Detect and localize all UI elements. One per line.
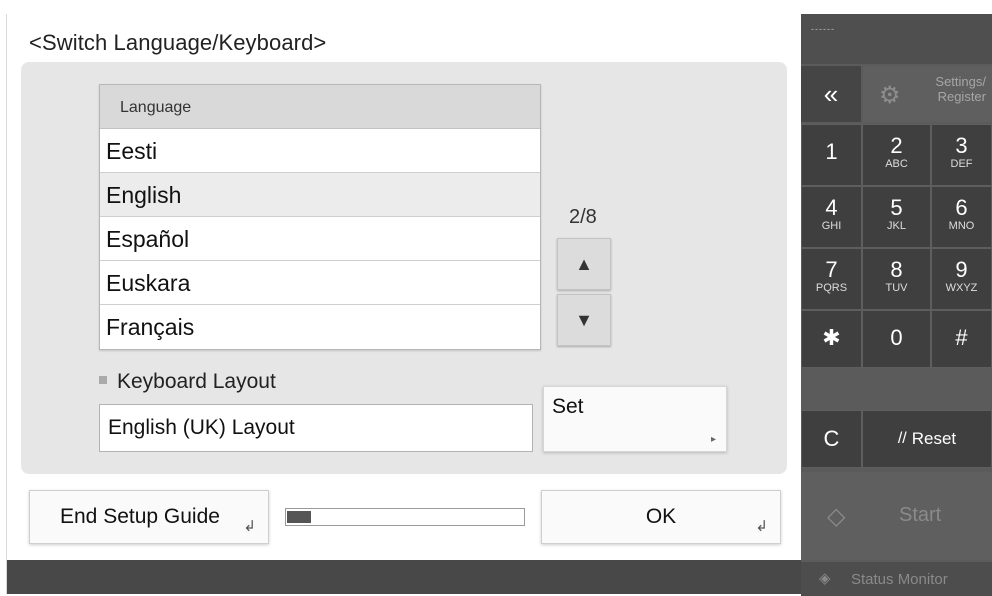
keypad-key[interactable]: ✱ <box>801 310 862 368</box>
keypad-key-digit: # <box>955 325 968 350</box>
reset-key-label: Reset <box>911 429 957 448</box>
end-setup-guide-button[interactable]: End Setup Guide ↲ <box>29 490 269 544</box>
keypad-key[interactable]: 2 ABC <box>862 124 931 186</box>
start-button-label: Start <box>899 504 942 526</box>
keypad-key-letters: WXYZ <box>945 282 978 294</box>
keypad-key-letters: PQRS <box>815 282 848 294</box>
start-button[interactable]: ◇ Start <box>801 472 992 560</box>
scroll-down-button[interactable]: ▼ <box>557 294 611 346</box>
language-item-francais[interactable]: Français <box>100 305 540 349</box>
language-list-header: Language <box>100 85 540 129</box>
keypad-key[interactable]: 6 MNO <box>931 186 992 248</box>
language-item-euskara[interactable]: Euskara <box>100 261 540 305</box>
language-item-english[interactable]: English <box>100 173 540 217</box>
keypad-key-digit: 9 <box>955 257 968 282</box>
keypad-key[interactable]: 7 PQRS <box>801 248 862 310</box>
hardware-keypad: ------ « ⚙ Settings/ Register 1 2 ABC 3 DEF 4… <box>801 14 992 596</box>
status-monitor-icon: ◈ <box>819 570 831 587</box>
clear-key-label: C <box>823 426 840 451</box>
ok-button[interactable]: OK ↲ <box>541 490 781 544</box>
keypad-key-letters: MNO <box>948 220 975 232</box>
keypad-key[interactable]: 8 TUV <box>862 248 931 310</box>
keypad-key-letters: DEF <box>950 158 973 170</box>
keypad-key-letters: ABC <box>885 158 908 170</box>
back-button[interactable]: « <box>801 66 861 122</box>
bullet-icon <box>99 376 107 385</box>
keypad-key[interactable]: 5 JKL <box>862 186 931 248</box>
set-button-label: Set <box>552 395 584 418</box>
keypad-key-digit: 3 <box>955 133 968 158</box>
page-title: <Switch Language/Keyboard> <box>29 30 327 55</box>
main-screen: <Switch Language/Keyboard> Language Eest… <box>6 14 801 594</box>
settings-register-button[interactable]: ⚙ Settings/ Register <box>863 66 992 122</box>
return-arrow-icon: ↲ <box>243 518 256 535</box>
settings-register-label: Settings/ Register <box>935 74 986 104</box>
keyboard-layout-label: Keyboard Layout <box>99 370 276 394</box>
return-arrow-icon: ↲ <box>755 518 768 535</box>
keypad-key[interactable]: 9 WXYZ <box>931 248 992 310</box>
language-list: Language Eesti English Español Euskara F… <box>99 84 541 350</box>
setup-progress-fill <box>287 511 311 523</box>
gear-icon: ⚙ <box>879 82 901 109</box>
setup-progress-bar <box>285 508 525 526</box>
keypad-key[interactable]: 1 <box>801 124 862 186</box>
reset-icon: // <box>897 430 907 447</box>
keypad-key-digit: 8 <box>890 257 903 282</box>
start-icon: ◇ <box>827 503 846 530</box>
keypad-key-digit: 5 <box>890 195 903 220</box>
ok-button-label: OK <box>645 505 677 528</box>
keypad-key-digit: 4 <box>825 195 838 220</box>
double-chevron-left-icon: « <box>823 78 839 109</box>
status-monitor-button[interactable]: ◈ Status Monitor <box>801 562 992 596</box>
keypad-key-letters: JKL <box>887 220 906 232</box>
keypad-key[interactable]: 0 <box>862 310 931 368</box>
set-button[interactable]: Set ▸ <box>543 386 727 452</box>
arrow-down-icon: ▼ <box>575 309 593 330</box>
arrow-up-icon: ▲ <box>575 253 593 274</box>
keypad-key-digit: 1 <box>825 139 838 164</box>
keypad-key-letters: TUV <box>885 282 908 294</box>
keypad-key[interactable]: 3 DEF <box>931 124 992 186</box>
keypad-key-digit: 2 <box>890 133 903 158</box>
keypad-dots: ------ <box>811 24 835 34</box>
keypad-key-digit: 7 <box>825 257 838 282</box>
keypad-key[interactable]: 4 GHI <box>801 186 862 248</box>
bottom-status-bar <box>7 560 801 594</box>
triangle-right-icon: ▸ <box>710 434 716 445</box>
keypad-key-letters: GHI <box>821 220 842 232</box>
keypad-key-digit: 6 <box>955 195 968 220</box>
scroll-up-button[interactable]: ▲ <box>557 238 611 290</box>
settings-panel: Language Eesti English Español Euskara F… <box>21 62 787 474</box>
page-indicator: 2/8 <box>569 206 597 228</box>
keypad-key[interactable]: # <box>931 310 992 368</box>
status-monitor-label: Status Monitor <box>851 571 948 588</box>
keyboard-layout-field: English (UK) Layout <box>99 404 533 452</box>
keypad-key-digit: 0 <box>890 325 903 350</box>
clear-key[interactable]: C <box>801 410 862 468</box>
reset-key[interactable]: // Reset <box>862 410 992 468</box>
language-item-espanol[interactable]: Español <box>100 217 540 261</box>
keypad-key-digit: ✱ <box>822 325 841 350</box>
keypad-top-bar: ------ <box>801 14 992 64</box>
end-setup-guide-label: End Setup Guide <box>60 505 220 528</box>
language-item-eesti[interactable]: Eesti <box>100 129 540 173</box>
